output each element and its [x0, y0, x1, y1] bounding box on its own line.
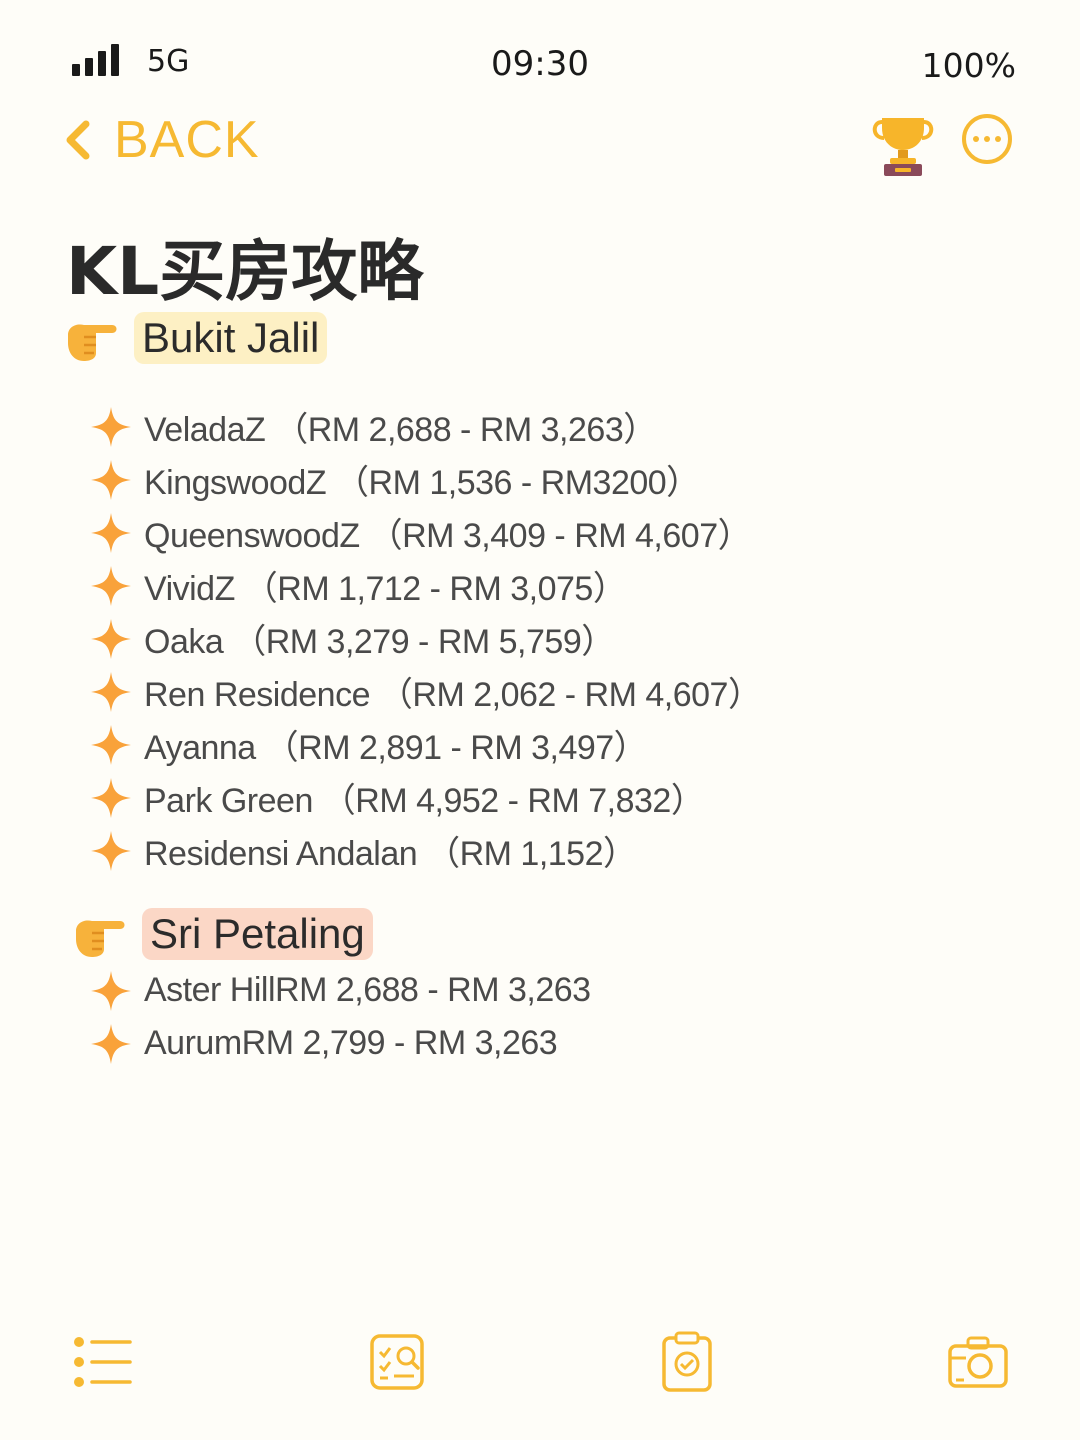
back-button[interactable]: BACK — [62, 108, 260, 172]
list-item: KingswoodZ （RM 1,536 - RM3200） — [90, 453, 761, 506]
section-heading-bukit-jalil: Bukit Jalil — [62, 312, 328, 364]
list-item: Aster HillRM 2,688 - RM 3,263 — [90, 964, 591, 1017]
trophy-icon[interactable] — [868, 108, 938, 178]
section-heading-sri-petaling: Sri Petaling — [70, 908, 373, 960]
sparkle-icon — [91, 406, 131, 447]
list-item: Residensi Andalan （RM 1,152） — [90, 824, 761, 877]
item-text: KingswoodZ （RM 1,536 - RM3200） — [144, 464, 700, 502]
sparkle-icon — [91, 459, 131, 500]
item-text: Ayanna （RM 2,891 - RM 3,497） — [144, 729, 648, 767]
back-label: BACK — [114, 111, 260, 169]
checklist-search-icon[interactable] — [366, 1330, 430, 1394]
list-item: Oaka （RM 3,279 - RM 5,759） — [90, 612, 761, 665]
item-text: VividZ （RM 1,712 - RM 3,075） — [144, 570, 627, 608]
sri-petaling-list: Aster HillRM 2,688 - RM 3,263 AurumRM 2,… — [90, 964, 591, 1070]
status-bar: 5G 09:30 100% — [0, 40, 1080, 90]
item-text: Residensi Andalan （RM 1,152） — [144, 835, 637, 873]
bottom-toolbar — [0, 1330, 1080, 1400]
camera-icon[interactable] — [946, 1330, 1010, 1394]
item-text: VeladaZ （RM 2,688 - RM 3,263） — [144, 411, 657, 449]
item-text: Park Green （RM 4,952 - RM 7,832） — [144, 782, 705, 820]
item-text: Oaka （RM 3,279 - RM 5,759） — [144, 623, 615, 661]
list-item: QueenswoodZ （RM 3,409 - RM 4,607） — [90, 506, 761, 559]
list-item: Ren Residence （RM 2,062 - RM 4,607） — [90, 665, 762, 718]
section-label: Sri Petaling — [142, 908, 373, 960]
item-text: Aster HillRM 2,688 - RM 3,263 — [144, 971, 591, 1009]
sparkle-icon — [91, 565, 131, 606]
list-item: Park Green （RM 4,952 - RM 7,832） — [90, 771, 761, 824]
sparkle-icon — [91, 512, 131, 553]
more-icon[interactable] — [962, 114, 1012, 164]
list-item: AurumRM 2,799 - RM 3,263 — [90, 1017, 591, 1070]
clipboard-check-icon[interactable] — [656, 1330, 720, 1394]
nav-bar: BACK — [0, 108, 1080, 178]
chevron-left-icon — [66, 120, 90, 160]
sparkle-icon — [91, 1023, 131, 1064]
list-icon[interactable] — [70, 1330, 134, 1394]
list-item: Ayanna （RM 2,891 - RM 3,497） — [90, 718, 761, 771]
item-text: AurumRM 2,799 - RM 3,263 — [144, 1024, 558, 1062]
sparkle-icon — [91, 970, 131, 1011]
sparkle-icon — [91, 618, 131, 659]
item-text: Ren Residence （RM 2,062 - RM 4,607） — [144, 676, 762, 714]
sparkle-icon — [91, 671, 131, 712]
section-label: Bukit Jalil — [134, 312, 328, 364]
sparkle-icon — [91, 777, 131, 818]
pointing-hand-icon — [68, 324, 117, 361]
page-title: KL买房攻略 — [66, 233, 424, 310]
item-text: QueenswoodZ （RM 3,409 - RM 4,607） — [144, 517, 752, 555]
list-item: VeladaZ （RM 2,688 - RM 3,263） — [90, 400, 761, 453]
sparkle-icon — [91, 830, 131, 871]
list-item: VividZ （RM 1,712 - RM 3,075） — [90, 559, 761, 612]
battery-label: 100% — [921, 46, 1016, 85]
bukit-jalil-list: VeladaZ （RM 2,688 - RM 3,263） KingswoodZ… — [90, 400, 762, 877]
sparkle-icon — [91, 724, 131, 765]
clock: 09:30 — [491, 44, 589, 84]
pointing-hand-icon — [76, 920, 125, 957]
